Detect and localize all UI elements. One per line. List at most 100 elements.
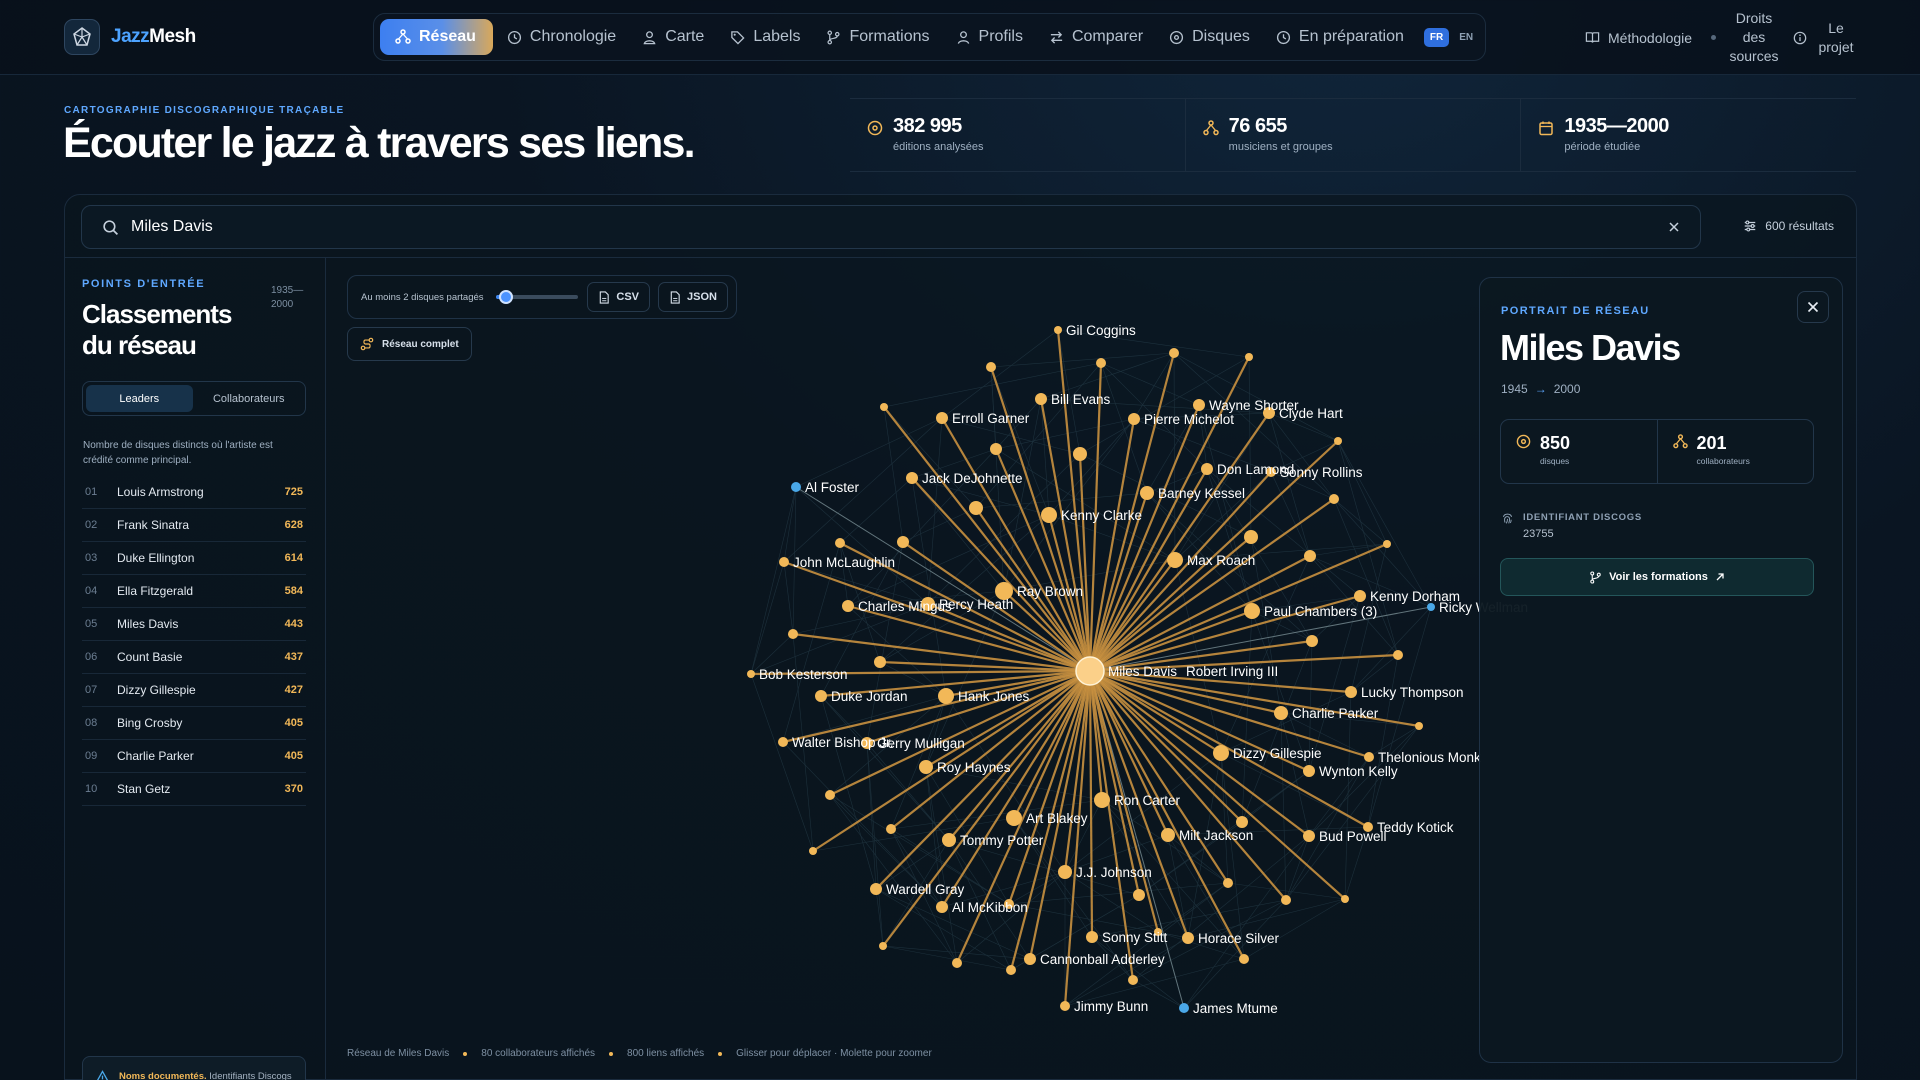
graph-node[interactable] bbox=[825, 790, 835, 800]
graph-node[interactable] bbox=[1024, 953, 1036, 965]
ranking-row[interactable]: 06 Count Basie 437 bbox=[82, 641, 306, 674]
graph-node[interactable] bbox=[1244, 603, 1260, 619]
graph-node[interactable] bbox=[1006, 965, 1016, 975]
graph-node[interactable] bbox=[1244, 530, 1258, 544]
ranking-row[interactable]: 04 Ella Fitzgerald 584 bbox=[82, 575, 306, 608]
nav-item-en-preparation[interactable]: En préparation bbox=[1264, 19, 1416, 55]
graph-node[interactable] bbox=[1245, 353, 1253, 361]
graph-node[interactable] bbox=[1094, 792, 1110, 808]
graph-node[interactable] bbox=[986, 362, 996, 372]
graph-node[interactable] bbox=[1133, 889, 1145, 901]
ranking-row[interactable]: 05 Miles Davis 443 bbox=[82, 608, 306, 641]
graph-node[interactable] bbox=[897, 536, 909, 548]
graph-node[interactable] bbox=[886, 824, 896, 834]
ranking-row[interactable]: 02 Frank Sinatra 628 bbox=[82, 509, 306, 542]
close-button[interactable] bbox=[1797, 291, 1829, 323]
graph-node[interactable] bbox=[990, 443, 1002, 455]
graph-node[interactable] bbox=[1364, 752, 1374, 762]
graph-node[interactable] bbox=[1201, 463, 1213, 475]
graph-node[interactable] bbox=[879, 942, 887, 950]
graph-node[interactable] bbox=[1345, 686, 1357, 698]
graph-node[interactable] bbox=[1060, 1001, 1070, 1011]
graph-node[interactable] bbox=[1236, 816, 1248, 828]
tab-leaders[interactable]: Leaders bbox=[86, 385, 193, 412]
nav-item-disques[interactable]: Disques bbox=[1157, 19, 1262, 55]
graph-node[interactable] bbox=[747, 670, 755, 678]
graph-node[interactable] bbox=[1041, 507, 1057, 523]
graph-node[interactable] bbox=[1383, 540, 1391, 548]
export-csv-button[interactable]: CSV bbox=[587, 282, 651, 312]
graph-node[interactable] bbox=[1058, 865, 1072, 879]
graph-node[interactable] bbox=[1128, 413, 1140, 425]
lang-en-button[interactable]: EN bbox=[1453, 28, 1479, 47]
brand[interactable]: JazzMesh bbox=[64, 19, 196, 55]
view-formations-button[interactable]: Voir les formations bbox=[1500, 558, 1814, 596]
graph-node[interactable] bbox=[1167, 552, 1183, 568]
graph-node[interactable] bbox=[1193, 399, 1205, 411]
graph-node[interactable] bbox=[1274, 706, 1288, 720]
nav-item-comparer[interactable]: Comparer bbox=[1037, 19, 1155, 55]
graph-node[interactable] bbox=[942, 833, 956, 847]
graph-node[interactable] bbox=[1161, 828, 1175, 842]
graph-node[interactable] bbox=[1341, 895, 1349, 903]
ranking-row[interactable]: 09 Charlie Parker 405 bbox=[82, 740, 306, 773]
graph-node[interactable] bbox=[874, 656, 886, 668]
graph-node[interactable] bbox=[1354, 590, 1366, 602]
min-shared-slider[interactable] bbox=[495, 289, 578, 305]
graph-node[interactable] bbox=[938, 688, 954, 704]
nav-item-chronologie[interactable]: Chronologie bbox=[495, 19, 628, 55]
graph-node[interactable] bbox=[1223, 878, 1233, 888]
graph-node[interactable] bbox=[1086, 931, 1098, 943]
graph-node[interactable] bbox=[906, 472, 918, 484]
nav-item-profils[interactable]: Profils bbox=[944, 19, 1035, 55]
graph-node[interactable] bbox=[1179, 1003, 1189, 1013]
graph-node[interactable] bbox=[1073, 447, 1087, 461]
graph-node[interactable] bbox=[842, 600, 854, 612]
graph-node[interactable] bbox=[791, 482, 801, 492]
graph-node[interactable] bbox=[1140, 486, 1154, 500]
graph-node[interactable] bbox=[1306, 635, 1318, 647]
graph-node[interactable] bbox=[809, 847, 817, 855]
graph-node[interactable] bbox=[1035, 393, 1047, 405]
graph-node[interactable] bbox=[1334, 437, 1342, 445]
graph-node[interactable] bbox=[969, 501, 983, 515]
nav-item-reseau[interactable]: Réseau bbox=[380, 19, 493, 55]
graph-node[interactable] bbox=[1096, 358, 1106, 368]
ranking-row[interactable]: 10 Stan Getz 370 bbox=[82, 773, 306, 806]
graph-node[interactable] bbox=[1006, 810, 1022, 826]
nav-item-droits[interactable]: Droits des sources bbox=[1728, 0, 1780, 75]
graph-node[interactable] bbox=[1304, 550, 1316, 562]
graph-node[interactable] bbox=[1213, 745, 1229, 761]
nav-item-labels[interactable]: Labels bbox=[718, 19, 812, 55]
graph-node[interactable] bbox=[1303, 830, 1315, 842]
graph-node[interactable] bbox=[1239, 954, 1249, 964]
tab-collaborateurs[interactable]: Collaborateurs bbox=[196, 385, 303, 412]
graph-node[interactable] bbox=[936, 901, 948, 913]
graph-node[interactable] bbox=[1303, 765, 1315, 777]
nav-item-formations[interactable]: Formations bbox=[814, 19, 941, 55]
graph-node[interactable] bbox=[919, 760, 933, 774]
slider-thumb[interactable] bbox=[498, 290, 513, 304]
ranking-row[interactable]: 01 Louis Armstrong 725 bbox=[82, 476, 306, 509]
nav-item-carte[interactable]: Carte bbox=[630, 19, 716, 55]
graph-node[interactable] bbox=[952, 958, 962, 968]
lang-fr-button[interactable]: FR bbox=[1423, 27, 1450, 47]
nav-item-methodologie[interactable]: Méthodologie bbox=[1585, 0, 1692, 75]
graph-node[interactable] bbox=[870, 883, 882, 895]
ranking-row[interactable]: 07 Dizzy Gillespie 427 bbox=[82, 674, 306, 707]
graph-node[interactable] bbox=[1182, 932, 1194, 944]
nav-item-projet[interactable]: Le projet bbox=[1793, 0, 1856, 75]
graph-node[interactable] bbox=[815, 690, 827, 702]
graph-center-node[interactable] bbox=[1075, 656, 1105, 686]
graph-node[interactable] bbox=[1427, 603, 1435, 611]
graph-node[interactable] bbox=[1329, 494, 1339, 504]
graph-node[interactable] bbox=[1393, 650, 1403, 660]
graph-node[interactable] bbox=[788, 629, 798, 639]
ranking-row[interactable]: 03 Duke Ellington 614 bbox=[82, 542, 306, 575]
graph-node[interactable] bbox=[1281, 895, 1291, 905]
ranking-row[interactable]: 08 Bing Crosby 405 bbox=[82, 707, 306, 740]
graph-node[interactable] bbox=[1415, 722, 1423, 730]
graph-node[interactable] bbox=[779, 557, 789, 567]
graph-node[interactable] bbox=[835, 538, 845, 548]
graph-node[interactable] bbox=[880, 403, 888, 411]
